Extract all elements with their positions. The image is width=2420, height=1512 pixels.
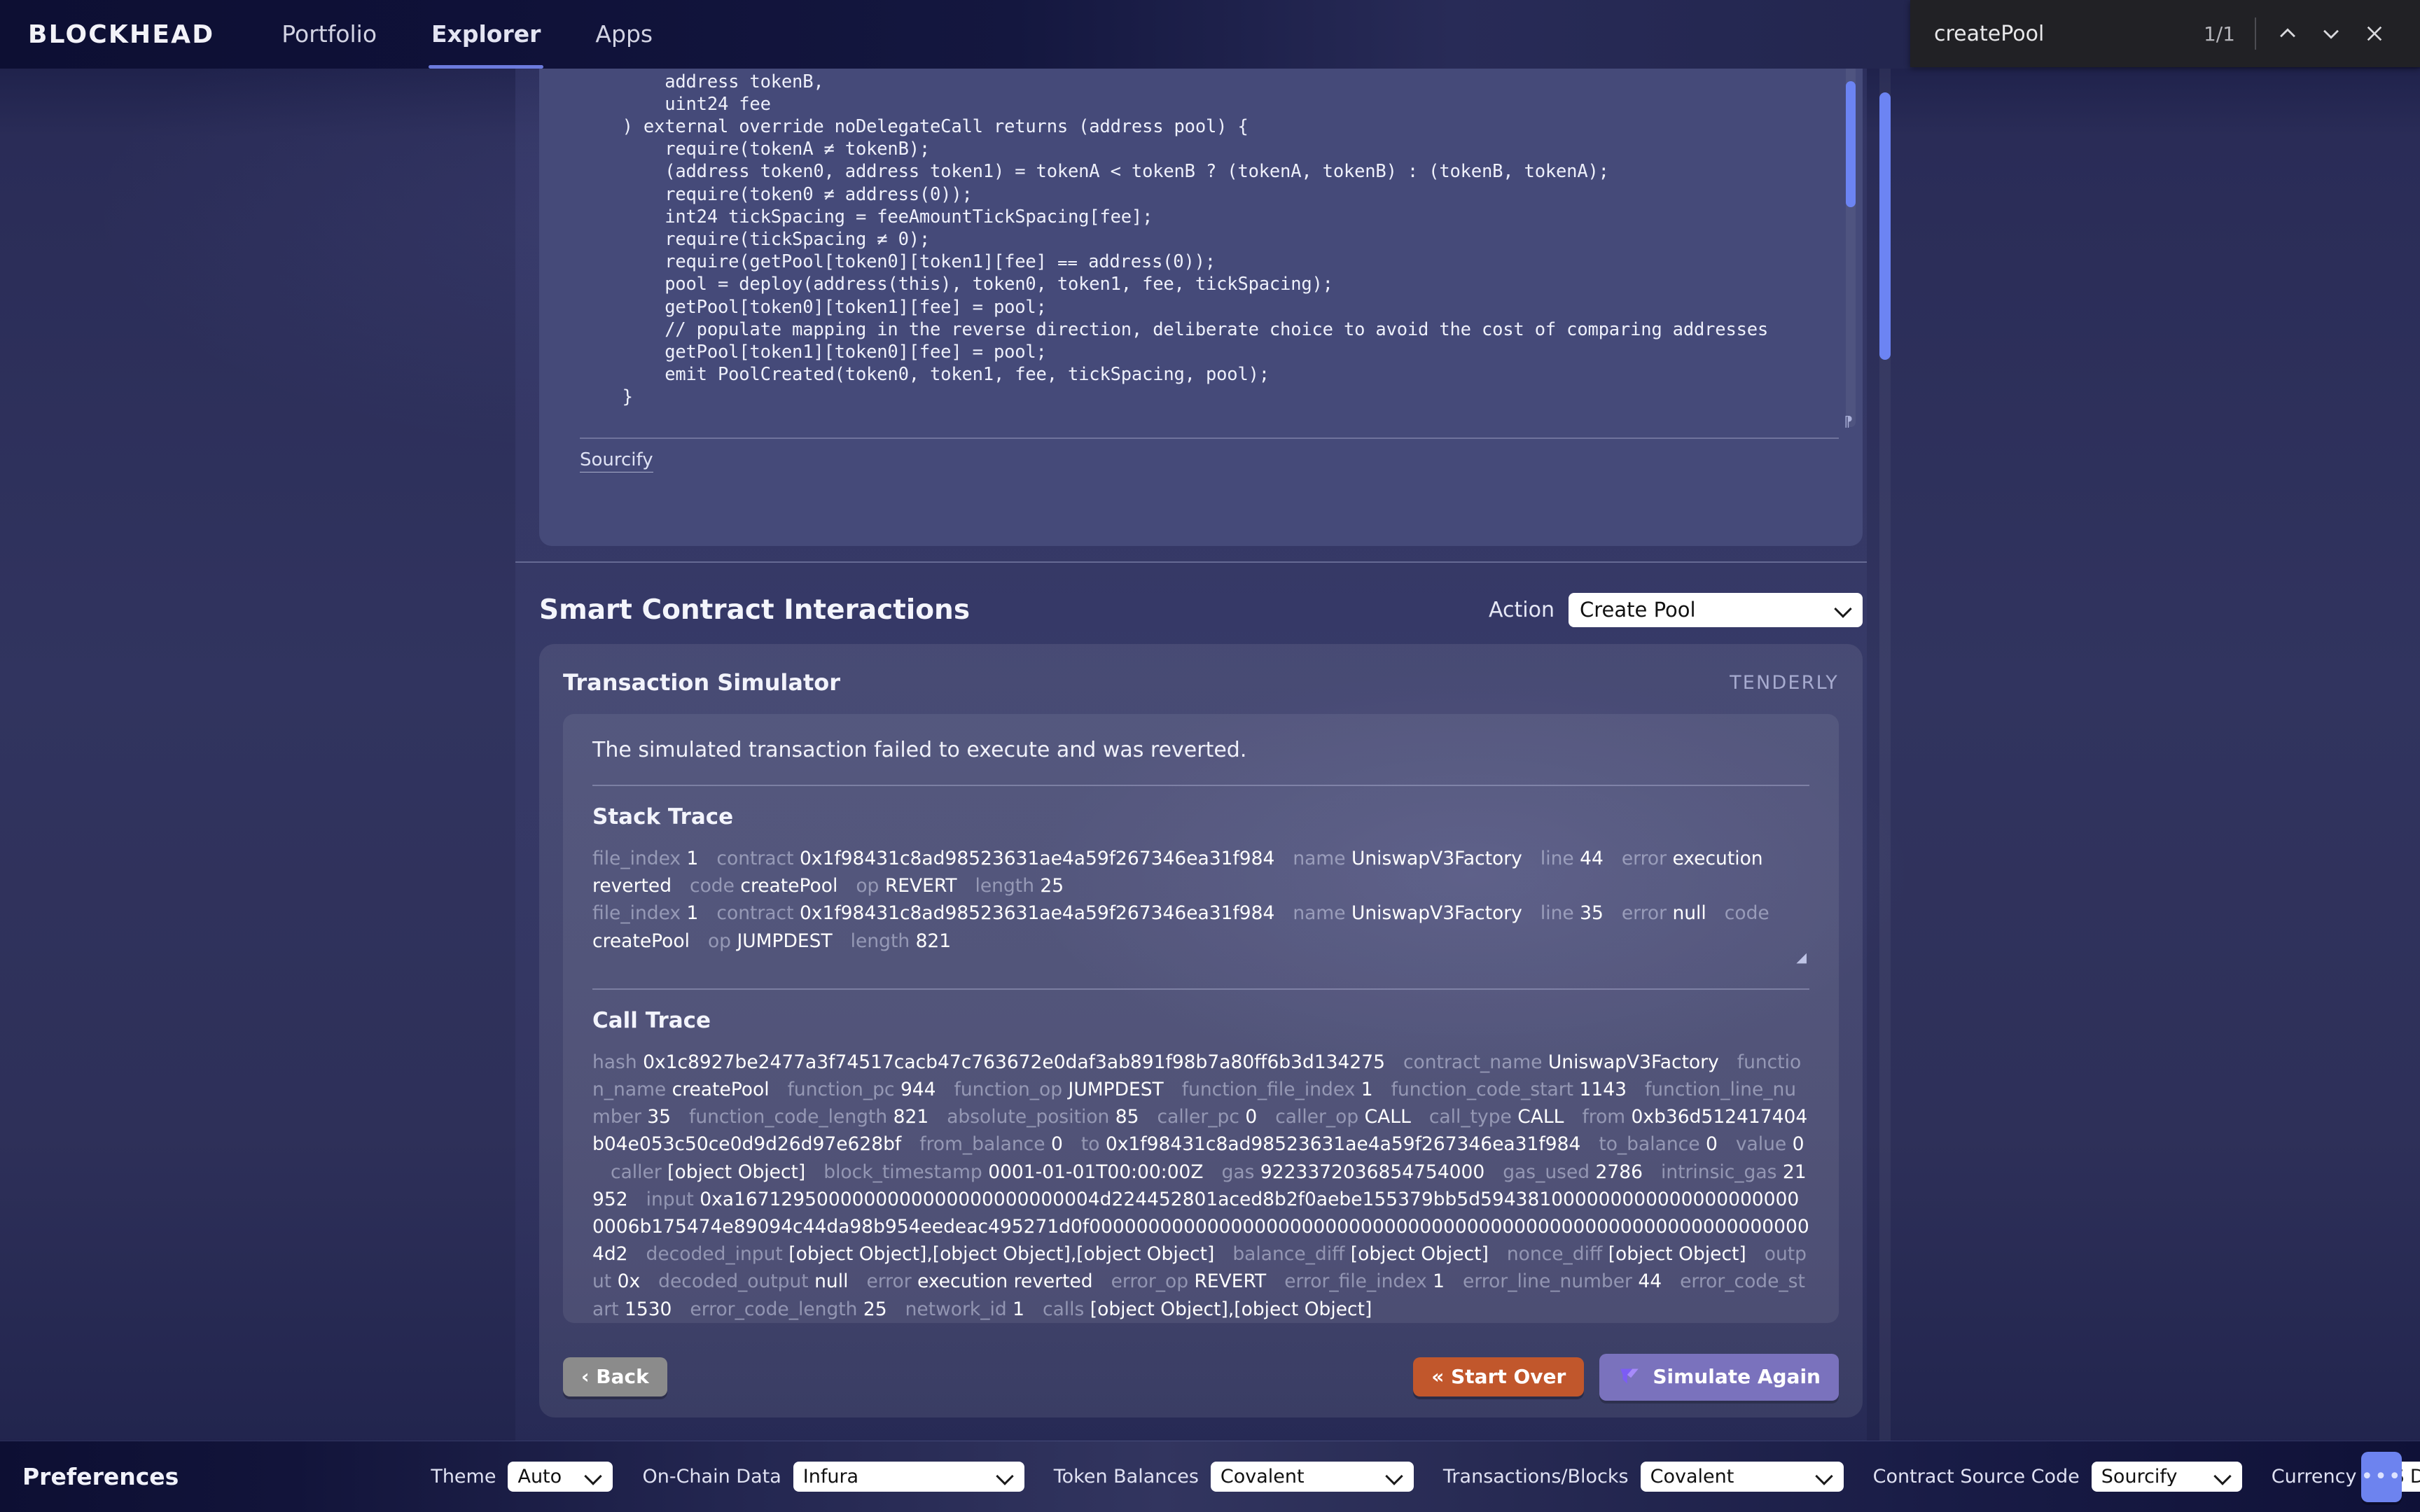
page-title: Smart Contract Interactions xyxy=(539,594,971,626)
page-scrollbar-thumb[interactable] xyxy=(1879,92,1891,360)
stack-trace-resize-handle[interactable]: ◢ xyxy=(1796,951,1807,965)
find-match-count: 1/1 xyxy=(2203,22,2235,46)
find-divider xyxy=(2255,18,2256,50)
back-button[interactable]: ‹ Back xyxy=(563,1357,667,1396)
start-over-button[interactable]: « Start Over xyxy=(1413,1357,1585,1396)
main-content-column: /// @inheritdoc IUniswapV3Factory functi… xyxy=(515,0,1891,1512)
simulate-again-button[interactable]: Simulate Again xyxy=(1599,1353,1839,1401)
preference-item-1: On-Chain Data Infura xyxy=(642,1462,1024,1492)
preference-select-wrapper-2[interactable]: Covalent xyxy=(1210,1462,1414,1492)
action-control-group: Action Create Pool xyxy=(1489,592,1863,627)
stacktrace-divider xyxy=(592,988,1809,990)
preference-item-4: Contract Source Code Sourcify xyxy=(1873,1462,2242,1492)
preference-select-1[interactable]: Infura xyxy=(793,1462,1024,1492)
stack-trace-section: Stack Trace file_index 1 contract 0x1f984… xyxy=(592,804,1809,966)
preference-label-0: Theme xyxy=(431,1466,496,1488)
call-trace-section: Call Trace hash 0x1c8927be2477a3f74517ca… xyxy=(592,1008,1809,1323)
preference-item-0: Theme Auto xyxy=(431,1462,613,1492)
close-icon[interactable] xyxy=(2353,12,2396,55)
simulator-result-panel: The simulated transaction failed to exec… xyxy=(563,714,1839,1323)
preference-select-0[interactable]: Auto xyxy=(508,1462,613,1492)
section-divider xyxy=(515,561,1867,563)
stack-trace-title: Stack Trace xyxy=(592,804,734,830)
call-trace-title: Call Trace xyxy=(592,1007,711,1033)
preference-label-4: Contract Source Code xyxy=(1872,1466,2080,1488)
preference-label-1: On-Chain Data xyxy=(642,1466,781,1488)
preference-select-wrapper-4[interactable]: Sourcify xyxy=(2091,1462,2242,1492)
status-divider xyxy=(592,785,1809,786)
action-select[interactable]: Create Pool xyxy=(1569,592,1863,627)
action-label: Action xyxy=(1489,597,1555,622)
preference-label-5: Currency xyxy=(2271,1466,2357,1488)
preference-select-3[interactable]: Covalent xyxy=(1640,1462,1844,1492)
nav-link-explorer[interactable]: Explorer xyxy=(429,1,544,69)
smart-contract-interactions-header: Smart Contract Interactions Action Creat… xyxy=(539,582,1863,637)
call-trace-body[interactable]: hash 0x1c8927be2477a3f74517cacb47c763672… xyxy=(592,1049,1809,1323)
app-logo[interactable]: BLOCKHEAD xyxy=(28,20,214,49)
nav-link-apps[interactable]: Apps xyxy=(592,1,655,69)
find-bar: createPool 1/1 xyxy=(1910,0,2420,67)
preference-label-3: Transactions/Blocks xyxy=(1442,1466,1629,1488)
chevron-down-icon[interactable] xyxy=(2309,12,2353,55)
chevron-up-icon[interactable] xyxy=(2266,12,2309,55)
simulator-title: Transaction Simulator xyxy=(563,669,841,696)
ellipsis-icon[interactable]: ••• xyxy=(2360,1451,2402,1502)
code-panel-divider xyxy=(580,438,1839,439)
source-provider-link[interactable]: Sourcify xyxy=(580,449,653,472)
preference-select-4[interactable]: Sourcify xyxy=(2091,1462,2242,1492)
preference-label-2: Token Balances xyxy=(1053,1466,1199,1488)
tenderly-logo-icon xyxy=(1618,1364,1641,1391)
find-input[interactable]: createPool xyxy=(1934,22,2204,46)
simulation-status-message: The simulated transaction failed to exec… xyxy=(592,738,1247,762)
footer-actions: « Start Over Simulate Again xyxy=(1413,1353,1839,1401)
transaction-simulator-card: Transaction Simulator TENDERLY The simul… xyxy=(539,644,1863,1418)
preference-item-3: Transactions/Blocks Covalent xyxy=(1443,1462,1844,1492)
preferences-items: Theme Auto On-Chain Data Infura Token Balanc… xyxy=(431,1462,2420,1492)
simulate-again-label: Simulate Again xyxy=(1653,1365,1821,1388)
stack-trace-body[interactable]: file_index 1 contract 0x1f98431c8ad985236… xyxy=(592,845,1809,955)
preference-select-wrapper-3[interactable]: Covalent xyxy=(1640,1462,1844,1492)
preference-select-wrapper-1[interactable]: Infura xyxy=(793,1462,1024,1492)
code-resize-handle[interactable]: ⁋ xyxy=(1844,413,1853,430)
preference-select-wrapper-0[interactable]: Auto xyxy=(508,1462,613,1492)
simulator-header: Transaction Simulator TENDERLY xyxy=(563,664,1839,701)
nav-link-portfolio[interactable]: Portfolio xyxy=(279,1,380,69)
preference-item-2: Token Balances Covalent xyxy=(1054,1462,1414,1492)
code-scrollbar-thumb[interactable] xyxy=(1846,81,1856,207)
simulator-provider-label: TENDERLY xyxy=(1730,671,1839,694)
preference-select-2[interactable]: Covalent xyxy=(1210,1462,1414,1492)
action-select-wrapper[interactable]: Create Pool xyxy=(1569,592,1863,627)
preferences-title: Preferences xyxy=(22,1463,179,1490)
simulator-footer: ‹ Back « Start Over Simulate Again xyxy=(563,1353,1839,1401)
contract-source-panel: /// @inheritdoc IUniswapV3Factory functi… xyxy=(539,0,1863,546)
preferences-bar: Preferences Theme Auto On-Chain Data Infura… xyxy=(0,1441,2420,1512)
